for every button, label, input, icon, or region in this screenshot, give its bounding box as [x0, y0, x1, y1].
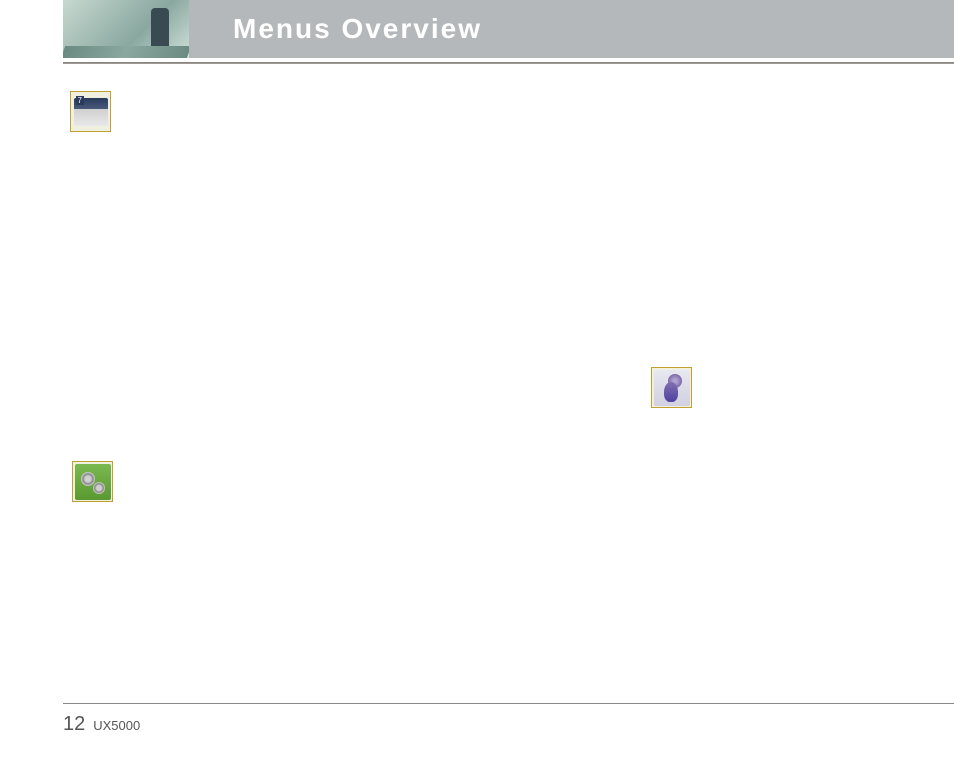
model-label: UX5000 [93, 718, 140, 733]
footer: 12 UX5000 [63, 713, 140, 736]
header-photo [63, 0, 189, 58]
mouse-icon [651, 367, 692, 408]
page-number: 12 [63, 713, 85, 736]
page-title: Menus Overview [233, 13, 482, 45]
briefcase-icon [70, 91, 111, 132]
footer-divider [63, 703, 954, 704]
header-band: Menus Overview [63, 0, 954, 58]
header-divider [63, 62, 954, 64]
gears-icon [72, 461, 113, 502]
